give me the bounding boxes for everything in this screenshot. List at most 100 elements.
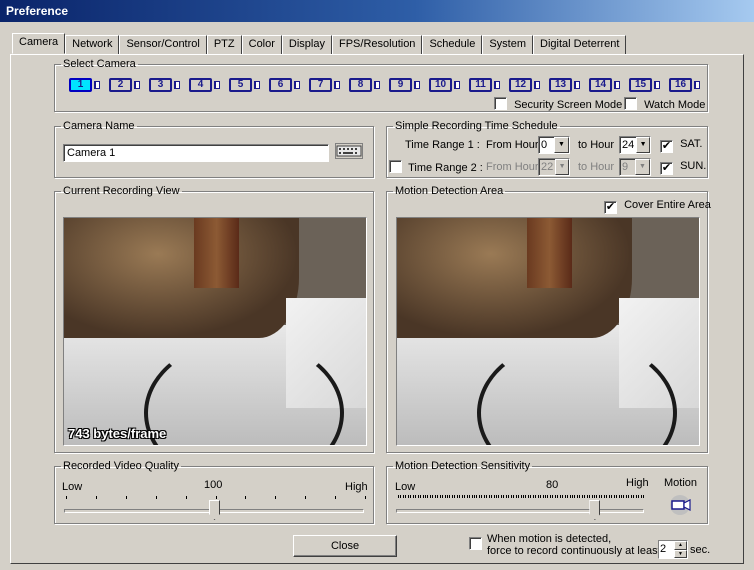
camera-button-15[interactable]: 15 (626, 76, 663, 94)
cover-entire-area-check[interactable]: ✔ (604, 201, 617, 214)
sun-checkbox[interactable]: ✔ SUN. (660, 160, 706, 175)
slider-tick (518, 495, 519, 498)
window-titlebar: Preference (0, 0, 754, 22)
slider-tick (584, 495, 585, 498)
camera-button-9[interactable]: 9 (386, 76, 423, 94)
slider-tick (577, 495, 578, 498)
quality-value-label: 100 (204, 479, 223, 491)
slider-tick (452, 495, 453, 498)
camera-button-10[interactable]: 10 (426, 76, 463, 94)
camera-button-16[interactable]: 16 (666, 76, 703, 94)
camera-icon: 2 (109, 78, 132, 92)
force-record-checkbox[interactable] (469, 537, 482, 551)
camera-button-14[interactable]: 14 (586, 76, 623, 94)
range1-to-hour-select[interactable]: 24 ▼ (619, 136, 651, 154)
camera-button-12[interactable]: 12 (506, 76, 543, 94)
motion-area-video[interactable] (396, 217, 700, 446)
tab-fps-resolution[interactable]: FPS/Resolution (332, 35, 423, 54)
slider-tick (506, 495, 507, 498)
slider-tick (516, 495, 517, 498)
slider-tick (418, 495, 419, 498)
camera-button-7[interactable]: 7 (306, 76, 343, 94)
slider-tick (614, 495, 615, 498)
slider-tick (491, 495, 492, 498)
slider-tick (503, 495, 504, 498)
time-range-2-checkbox[interactable]: Time Range 2 : (389, 160, 483, 174)
camera-button-11[interactable]: 11 (466, 76, 503, 94)
force-record-line2: force to record continuously at least (487, 545, 661, 557)
chevron-up-icon[interactable]: ▲ (674, 541, 687, 550)
slider-tick (459, 495, 460, 498)
slider-tick (435, 495, 436, 498)
chevron-down-icon[interactable]: ▼ (636, 137, 650, 153)
slider-tick (538, 495, 539, 498)
sun-label: SUN. (680, 160, 707, 172)
force-record-check[interactable] (469, 537, 482, 550)
security-screen-mode-check[interactable] (494, 97, 507, 110)
quality-low-label: Low (62, 481, 83, 493)
force-record-seconds-spinner[interactable]: 2 ▲ ▼ (658, 540, 688, 559)
slider-tick (420, 495, 421, 498)
slider-tick (633, 495, 634, 498)
tab-color[interactable]: Color (241, 35, 282, 54)
watch-mode-checkbox[interactable]: Watch Mode (624, 97, 705, 111)
chevron-down-icon[interactable]: ▼ (554, 137, 569, 153)
watch-mode-check[interactable] (624, 97, 637, 110)
camera-icon: 11 (469, 78, 492, 92)
close-button[interactable]: Close (293, 535, 397, 557)
tab-system[interactable]: System (482, 35, 533, 54)
slider-tick (476, 495, 477, 498)
slider-tick (479, 495, 480, 498)
camera-button-13[interactable]: 13 (546, 76, 583, 94)
camera-icon: 9 (389, 78, 412, 92)
slider-tick (96, 496, 97, 499)
tab-ptz[interactable]: PTZ (206, 35, 242, 54)
camera-button-5[interactable]: 5 (226, 76, 263, 94)
sensitivity-slider-track[interactable] (396, 509, 644, 513)
tab-sensor-control[interactable]: Sensor/Control (119, 35, 207, 54)
slider-tick (245, 496, 246, 499)
camera-button-3[interactable]: 3 (146, 76, 183, 94)
camera-button-8[interactable]: 8 (346, 76, 383, 94)
range1-from-hour-select[interactable]: 0 ▼ (538, 136, 570, 154)
camera-button-6[interactable]: 6 (266, 76, 303, 94)
sun-check[interactable]: ✔ (660, 162, 673, 175)
tab-display[interactable]: Display (281, 35, 332, 54)
camera-name-input[interactable]: Camera 1 (63, 144, 329, 162)
motion-camera-icon[interactable] (668, 494, 694, 516)
sat-check[interactable]: ✔ (660, 140, 673, 153)
time-range-2-check[interactable] (389, 160, 402, 173)
sat-label: SAT. (680, 138, 703, 150)
slider-tick (606, 495, 607, 498)
keyboard-button[interactable] (335, 143, 363, 159)
slider-tick (398, 495, 399, 498)
tab-network[interactable]: Network (65, 35, 120, 54)
sensitivity-low-label: Low (395, 481, 416, 493)
chevron-down-icon[interactable]: ▼ (674, 549, 687, 558)
range1-from-label: From Hour (486, 139, 539, 151)
quality-ticks (66, 496, 366, 499)
camera-button-1[interactable]: 1 (66, 76, 103, 94)
camera-icon: 14 (589, 78, 612, 92)
camera-button-2[interactable]: 2 (106, 76, 143, 94)
security-screen-mode-checkbox[interactable]: Security Screen Mode (494, 97, 622, 111)
tab-digital-deterrent[interactable]: Digital Deterrent (533, 35, 627, 54)
slider-tick (489, 495, 490, 498)
tab-camera[interactable]: Camera (12, 33, 66, 54)
camera-icon: 4 (189, 78, 212, 92)
camera-icon: 5 (229, 78, 252, 92)
recording-view-video: 743 bytes/frame (63, 217, 367, 446)
tab-schedule[interactable]: Schedule (422, 35, 483, 54)
range2-from-label: From Hour (486, 161, 539, 173)
slider-tick (555, 495, 556, 498)
camera-icon: 15 (629, 78, 652, 92)
slider-tick (462, 495, 463, 498)
slider-tick (410, 495, 411, 498)
slider-tick (472, 495, 473, 498)
cover-entire-area-label: Cover Entire Area (624, 199, 711, 211)
slider-tick (572, 495, 573, 498)
camera-button-4[interactable]: 4 (186, 76, 223, 94)
cover-entire-area-checkbox[interactable]: ✔ Cover Entire Area (604, 199, 711, 214)
slider-tick (587, 495, 588, 498)
sat-checkbox[interactable]: ✔ SAT. (660, 138, 702, 153)
